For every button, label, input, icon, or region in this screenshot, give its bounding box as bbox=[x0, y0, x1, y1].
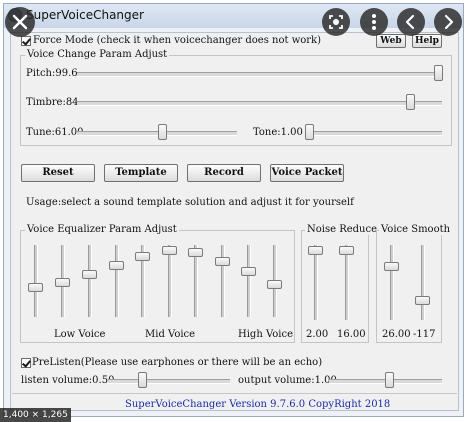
eq-high-label: High Voice bbox=[238, 329, 293, 340]
output-volume-thumb[interactable] bbox=[385, 372, 394, 388]
eq-slider-thumb[interactable] bbox=[162, 246, 177, 255]
voice-packet-button[interactable]: Voice Packet bbox=[270, 164, 344, 182]
prelisten-label: PreListen(Please use earphones or there … bbox=[32, 357, 323, 368]
tune-slider-track[interactable] bbox=[77, 131, 237, 136]
voice-smooth-title: Voice Smooth bbox=[379, 224, 453, 235]
overlay-close-button[interactable] bbox=[5, 7, 35, 37]
eq-slider-thumb[interactable] bbox=[82, 270, 97, 279]
noise-value-1: 2.00 bbox=[306, 329, 329, 340]
prelisten-checkbox[interactable] bbox=[21, 358, 31, 368]
overlay-lens-button[interactable] bbox=[322, 8, 350, 36]
noise-slider-1-thumb[interactable] bbox=[308, 246, 323, 255]
smooth-slider-2-thumb[interactable] bbox=[415, 296, 430, 305]
timbre-slider-thumb[interactable] bbox=[406, 94, 415, 110]
output-volume-label: output volume:1.00 bbox=[238, 375, 337, 386]
template-button[interactable]: Template bbox=[104, 164, 178, 182]
eq-slider-track[interactable] bbox=[88, 245, 92, 317]
force-mode-checkbox[interactable] bbox=[21, 36, 31, 46]
eq-slider-thumb[interactable] bbox=[188, 248, 203, 257]
web-button[interactable]: Web bbox=[376, 34, 406, 48]
smooth-value-1: 26.00 bbox=[382, 329, 411, 340]
noise-value-2: 16.00 bbox=[337, 329, 366, 340]
equalizer-title: Voice Equalizer Param Adjust bbox=[25, 224, 179, 235]
listen-volume-label: listen volume:0.50 bbox=[21, 375, 115, 386]
param-adjust-title: Voice Change Param Adjust bbox=[25, 49, 170, 60]
voice-smooth-group bbox=[376, 230, 442, 343]
smooth-slider-1-track[interactable] bbox=[390, 245, 394, 320]
timbre-slider-track[interactable] bbox=[77, 101, 442, 106]
eq-slider-thumb[interactable] bbox=[215, 257, 230, 266]
eq-slider-track[interactable] bbox=[34, 245, 38, 317]
force-mode-label: Force Mode (check it when voicechanger d… bbox=[33, 35, 322, 46]
eq-slider-track[interactable] bbox=[168, 245, 172, 317]
eq-mid-label: Mid Voice bbox=[145, 329, 196, 340]
dimension-badge: 1,400 × 1,265 bbox=[0, 408, 71, 422]
eq-slider-thumb[interactable] bbox=[267, 280, 282, 289]
pitch-slider-track[interactable] bbox=[77, 72, 442, 77]
overlay-prev-button[interactable] bbox=[397, 8, 425, 36]
tune-slider-thumb[interactable] bbox=[158, 124, 167, 140]
chevron-right-icon bbox=[444, 14, 454, 30]
tone-slider-thumb[interactable] bbox=[305, 124, 314, 140]
noise-slider-2-thumb[interactable] bbox=[339, 246, 354, 255]
smooth-value-2: -117 bbox=[413, 329, 436, 340]
eq-low-label: Low Voice bbox=[54, 329, 106, 340]
tone-label: Tone:1.00 bbox=[253, 127, 303, 138]
tone-slider-track[interactable] bbox=[305, 131, 442, 136]
eq-slider-track[interactable] bbox=[115, 245, 119, 317]
usage-text: Usage:select a sound template solution a… bbox=[26, 197, 354, 208]
noise-reduce-title: Noise Reduce bbox=[305, 224, 380, 235]
eq-slider-thumb[interactable] bbox=[241, 267, 256, 276]
chevron-left-icon bbox=[405, 14, 415, 30]
overlay-next-button[interactable] bbox=[434, 8, 462, 36]
lens-icon bbox=[329, 15, 343, 29]
pitch-slider-thumb[interactable] bbox=[434, 65, 443, 81]
eq-slider-track[interactable] bbox=[221, 245, 225, 317]
reset-button[interactable]: Reset bbox=[21, 164, 95, 182]
timbre-label: Timbre:84. bbox=[26, 97, 82, 108]
help-button[interactable]: Help bbox=[412, 34, 442, 48]
status-bar-text: SuperVoiceChanger Version 9.7.6.0 CopyRi… bbox=[125, 399, 391, 410]
tune-label: Tune:61.00 bbox=[26, 127, 84, 138]
more-vert-icon bbox=[372, 14, 376, 30]
window-title: SuperVoiceChanger bbox=[26, 8, 144, 22]
eq-slider-thumb[interactable] bbox=[55, 278, 70, 287]
eq-slider-thumb[interactable] bbox=[109, 261, 124, 270]
status-bar bbox=[12, 393, 457, 394]
close-icon bbox=[12, 14, 28, 30]
smooth-slider-2-track[interactable] bbox=[421, 245, 425, 320]
listen-volume-thumb[interactable] bbox=[138, 372, 147, 388]
eq-slider-thumb[interactable] bbox=[135, 252, 150, 261]
noise-slider-2-track[interactable] bbox=[345, 245, 349, 320]
overlay-more-button[interactable] bbox=[360, 8, 388, 36]
eq-slider-track[interactable] bbox=[247, 245, 251, 317]
smooth-slider-1-thumb[interactable] bbox=[384, 262, 399, 271]
listen-volume-track[interactable] bbox=[108, 379, 230, 384]
eq-slider-thumb[interactable] bbox=[28, 283, 43, 292]
record-button[interactable]: Record bbox=[187, 164, 261, 182]
pitch-label: Pitch:99.6 bbox=[26, 68, 78, 79]
noise-slider-1-track[interactable] bbox=[314, 245, 318, 320]
